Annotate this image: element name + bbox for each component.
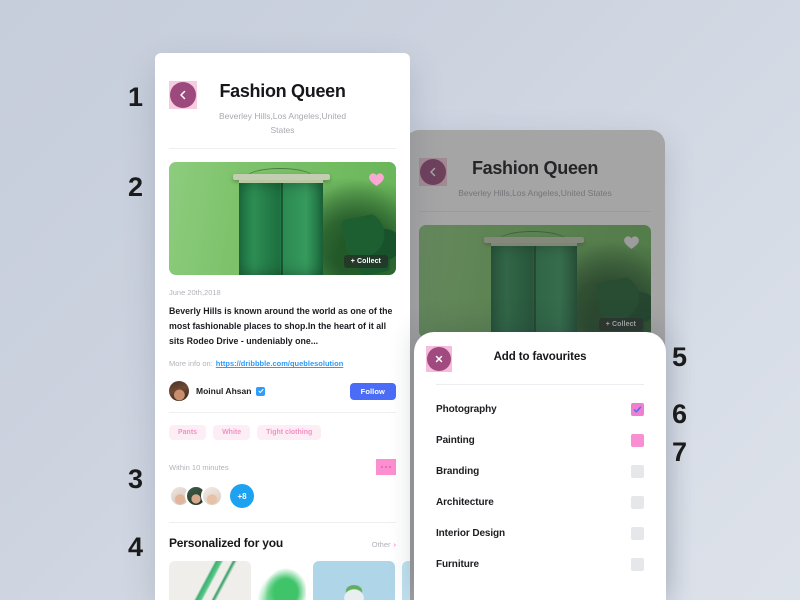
follow-button[interactable]: Follow [349,382,396,400]
avatar[interactable] [201,485,223,508]
divider [169,148,396,150]
verified-badge-icon [256,386,266,396]
door-decoration [239,180,324,276]
close-button[interactable] [426,346,452,372]
chevron-left-icon [420,159,446,185]
main-phone-screen: Fashion Queen Beverley Hills,Los Angeles… [155,53,410,600]
divider [169,522,396,524]
personalized-cards [169,561,410,600]
list-item[interactable]: Architecture [436,487,644,518]
annotation-number-6: 6 [672,399,687,429]
avatar[interactable] [169,381,189,402]
more-info-row: More info on: https://dribbble.com/queble… [169,359,396,368]
heart-icon[interactable] [623,234,640,251]
tag-item[interactable]: Tight clothing [257,425,322,441]
collect-badge[interactable]: + Collect [343,255,388,269]
heart-icon[interactable] [368,171,385,188]
modal-header: Add to favourites [414,332,666,384]
personalized-header: Personalized for you Other › [169,536,396,550]
chevron-left-icon [170,82,196,108]
annotation-number-3: 3 [128,464,143,494]
more-info-label: More info on: [169,359,213,369]
favourites-list: Photography Painting Branding Architectu… [414,385,666,580]
page-title: Fashion Queen [219,81,346,101]
presence-row: Within 10 minutes [169,459,396,476]
checkbox-empty[interactable] [631,465,644,478]
tag-list: Pants White Tight clothing [169,425,396,441]
background-page-subtitle: Beverley Hills,Los Angeles,United States [458,188,612,198]
author-name: Moinul Ahsan [196,386,252,397]
checkbox-active[interactable] [631,434,644,447]
list-item[interactable]: Branding [436,456,644,487]
divider [419,211,651,213]
list-item[interactable]: Photography [436,394,644,425]
presence-avatars: +8 [169,484,396,509]
tag-item[interactable]: Pants [169,425,207,441]
annotation-number-7: 7 [672,437,687,467]
annotation-number-4: 4 [128,532,143,562]
presence-label: Within 10 minutes [169,462,229,472]
personalized-card[interactable] [169,561,251,600]
more-info-link[interactable]: https://dribbble.com/queblesolution [216,359,344,368]
background-header: Fashion Queen Beverley Hills,Los Angeles… [405,130,665,213]
hero-wrap: + Collect [155,149,410,276]
annotation-number-1: 1 [128,82,143,112]
list-item-label: Painting [436,435,475,446]
annotation-number-2: 2 [128,172,143,202]
chevron-right-icon: › [393,540,397,550]
tag-item[interactable]: White [213,425,251,441]
author-row: Moinul Ahsan Follow [169,381,396,402]
personalized-title: Personalized for you [169,536,284,551]
background-collect-badge[interactable]: + Collect [598,318,643,332]
hero-image[interactable]: + Collect [169,162,396,276]
list-item-label: Branding [436,466,480,477]
annotation-number-5: 5 [672,342,687,372]
checkbox-empty[interactable] [631,558,644,571]
add-to-favourites-modal: Add to favourites Photography Painting B… [414,332,666,600]
checkbox-empty[interactable] [631,496,644,509]
personalized-other-label: Other [371,540,391,550]
close-icon [427,347,451,371]
divider [169,412,396,414]
post-section: June 20th,2018 Beverly Hills is known ar… [155,288,410,600]
list-item-label: Architecture [436,497,494,508]
personalized-card[interactable] [402,561,410,600]
door-decoration [490,243,577,338]
back-button[interactable] [169,81,197,109]
checkbox-checked[interactable] [631,403,644,416]
background-hero-image: + Collect [419,225,651,339]
list-item[interactable]: Painting [436,425,644,456]
background-page-title: Fashion Queen [471,158,599,178]
list-item[interactable]: Furniture [436,549,644,580]
list-item-label: Photography [436,404,497,415]
list-item[interactable]: Interior Design [436,518,644,549]
personalized-other-link[interactable]: Other › [372,540,396,549]
background-hero-wrap: + Collect [405,212,665,339]
personalized-card[interactable] [313,561,395,600]
post-body: Beverly Hills is known around the world … [169,306,393,347]
background-back-button[interactable] [419,158,447,186]
list-item-label: Furniture [436,559,479,570]
page-subtitle: Beverley Hills,Los Angeles,United States [218,111,347,136]
personalized-card[interactable] [258,561,306,600]
checkbox-empty[interactable] [631,527,644,540]
ellipsis-icon[interactable] [376,459,396,476]
post-date: June 20th,2018 [169,288,221,298]
extra-count-badge[interactable]: +8 [230,484,254,509]
list-item-label: Interior Design [436,528,506,539]
header: Fashion Queen Beverley Hills,Los Angeles… [155,53,410,150]
